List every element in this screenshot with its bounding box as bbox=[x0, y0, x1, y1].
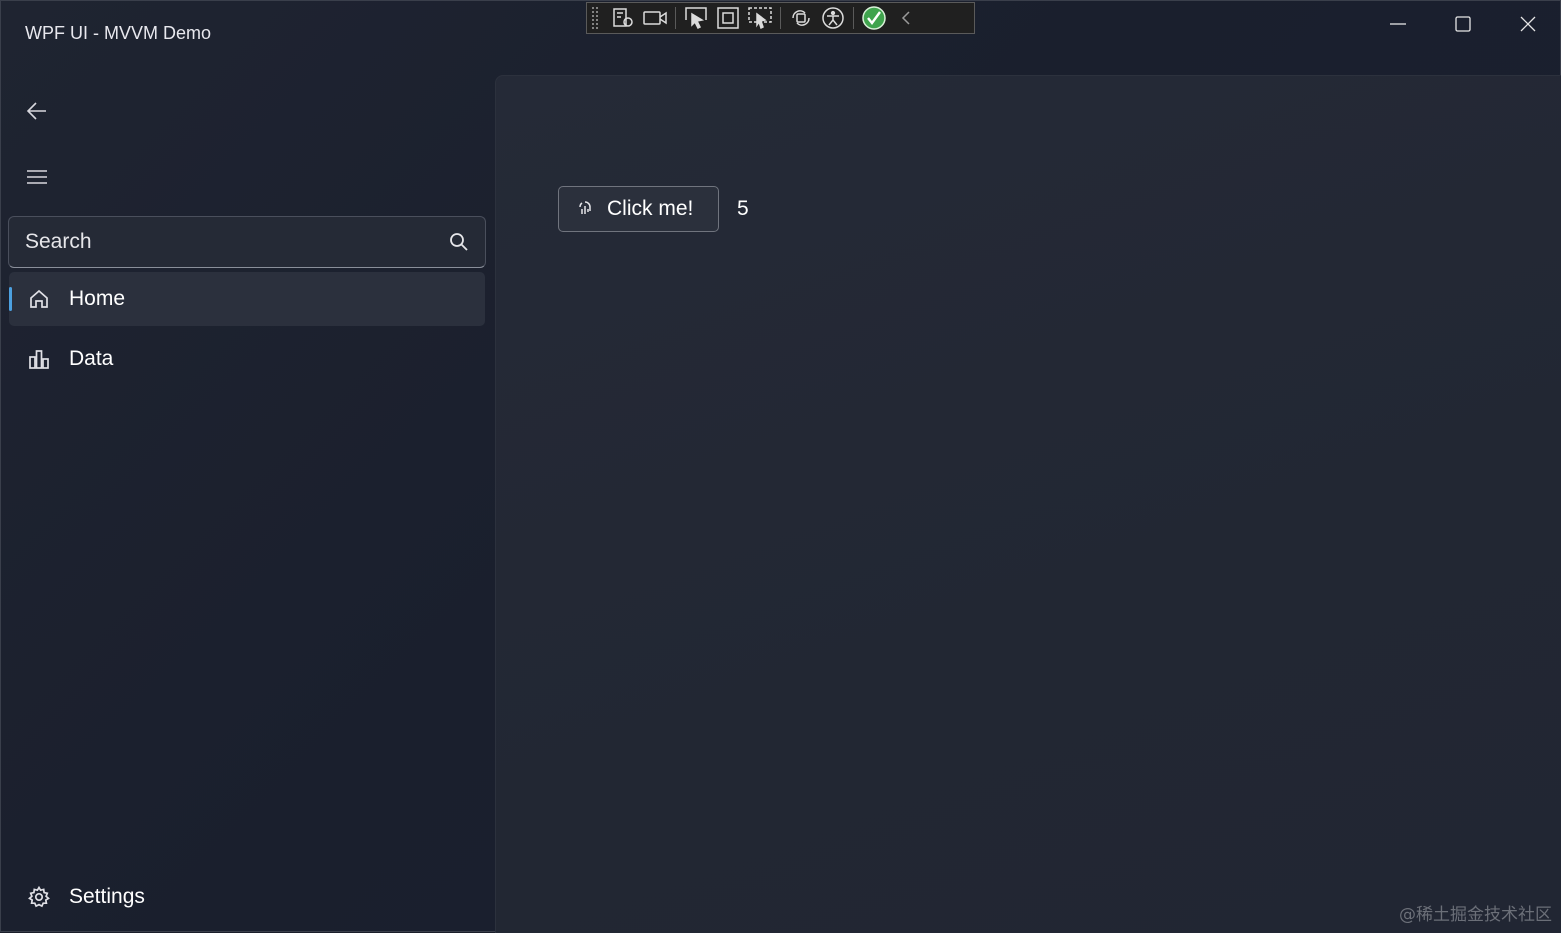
search-input[interactable] bbox=[9, 217, 429, 267]
click-me-button[interactable]: Click me! bbox=[558, 186, 719, 232]
sidebar-item-label: Settings bbox=[69, 885, 145, 908]
search-icon[interactable] bbox=[449, 232, 469, 256]
toolbar-grip[interactable] bbox=[591, 6, 599, 30]
hot-reload-icon[interactable] bbox=[785, 4, 817, 32]
close-button[interactable] bbox=[1496, 1, 1560, 47]
binding-check-icon[interactable] bbox=[858, 4, 890, 32]
minimize-button[interactable] bbox=[1366, 1, 1430, 47]
search-box bbox=[8, 216, 486, 268]
toolbar-divider bbox=[780, 7, 781, 29]
live-visual-tree-icon[interactable] bbox=[607, 4, 639, 32]
click-me-label: Click me! bbox=[607, 197, 694, 220]
toolbar-divider bbox=[853, 7, 854, 29]
sidebar-item-settings[interactable]: Settings bbox=[9, 870, 485, 924]
home-icon bbox=[28, 288, 50, 310]
gear-icon bbox=[28, 886, 50, 908]
collapse-chevron-icon[interactable] bbox=[890, 4, 922, 32]
toolbar-divider bbox=[675, 7, 676, 29]
display-layout-adorners-icon[interactable] bbox=[712, 4, 744, 32]
accessibility-icon[interactable] bbox=[817, 4, 849, 32]
selection-indicator bbox=[9, 287, 12, 311]
hamburger-menu-button[interactable] bbox=[23, 163, 51, 191]
watermark: @稀土掘金技术社区 bbox=[1399, 905, 1552, 925]
minimize-icon bbox=[1390, 23, 1406, 25]
app-window: WPF UI - MVVM Demo Search Home Data Sett… bbox=[0, 0, 1561, 933]
track-focus-icon[interactable] bbox=[744, 4, 776, 32]
data-chart-icon bbox=[28, 348, 50, 370]
fingerprint-icon bbox=[577, 199, 595, 219]
window-title: WPF UI - MVVM Demo bbox=[25, 23, 212, 43]
sidebar-item-label: Data bbox=[69, 347, 114, 370]
sidebar-item-data[interactable]: Data bbox=[9, 332, 485, 386]
arrow-left-icon bbox=[26, 102, 46, 120]
sidebar-item-label: Home bbox=[69, 287, 126, 310]
maximize-button[interactable] bbox=[1431, 1, 1495, 47]
debug-toolbar bbox=[586, 2, 975, 34]
close-icon bbox=[1520, 16, 1536, 32]
hamburger-icon bbox=[27, 170, 47, 184]
maximize-icon bbox=[1455, 16, 1471, 32]
click-counter: 5 bbox=[737, 197, 749, 220]
video-icon[interactable] bbox=[639, 4, 671, 32]
select-element-icon[interactable] bbox=[680, 4, 712, 32]
sidebar-item-home[interactable]: Home bbox=[9, 272, 485, 326]
back-button[interactable] bbox=[23, 97, 51, 125]
